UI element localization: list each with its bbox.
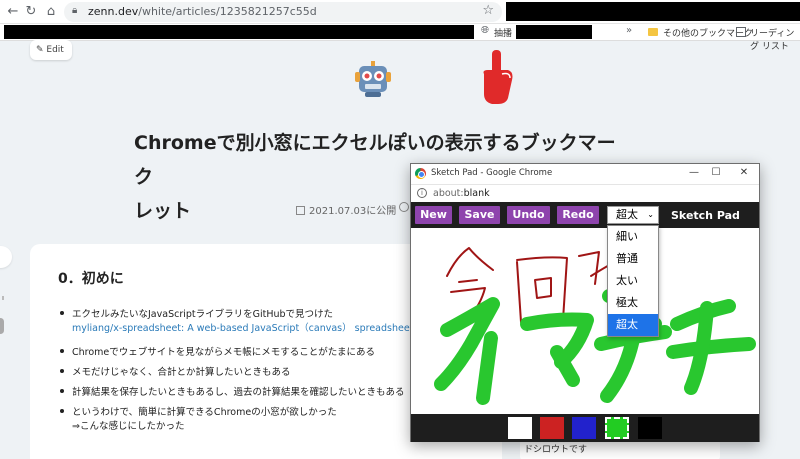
list-item: エクセルみたいなJavaScriptライブラリをGitHubで見つけた myli… [58,306,418,344]
back-icon[interactable]: ← [4,3,22,21]
more-bookmarks-icon[interactable]: » [626,25,632,36]
info-icon[interactable]: i [417,188,427,198]
bookmarks-bar: 🌐︎ 抽播 » その他のブックマーク リーディング リスト [0,24,800,52]
popup-address-bar: i about:blank [411,184,759,202]
close-icon[interactable]: ✕ [737,167,751,178]
list-item: というわけで、簡単に計算できるChromeの小窓が欲しかった ⇒こんな感じにした… [58,404,418,434]
reading-list-icon [736,27,746,37]
maximize-icon[interactable]: ☐ [709,167,723,178]
app-title: Sketch Pad [671,209,740,222]
sketch-toolbar: New Save Undo Redo 超太 ⌄ Sketch Pad [411,202,759,228]
list-item: メモだけじゃなく、合計とか計算したいときもある [58,364,418,384]
undo-button[interactable]: Undo [507,206,550,224]
side-scroll-indicator [0,318,4,334]
window-titlebar[interactable]: Sketch Pad - Google Chrome — ☐ ✕ [411,164,759,184]
new-button[interactable]: New [415,206,452,224]
chrome-icon [415,168,426,179]
sidebar-text: ドシロウトです [524,445,588,455]
list-item: 計算結果を保存したいときもあるし、過去の計算結果を確認したいときもある [58,384,418,404]
color-swatch-red[interactable] [540,417,564,439]
sketch-pad-window: Sketch Pad - Google Chrome — ☐ ✕ i about… [410,163,760,442]
color-palette [411,414,759,442]
calendar-icon [296,206,305,215]
redacted-bookmarks [4,25,474,39]
chevron-down-icon: ⌄ [647,210,654,219]
robot-emoji-icon [355,61,391,97]
brush-size-dropdown: 細い 普通 太い 極太 超太 [607,225,659,337]
drawing-canvas[interactable] [411,228,759,414]
publish-date: 2021.07.03に公開 [296,202,396,217]
redacted-bookmark [516,25,592,39]
bookmark-item[interactable]: 抽播 [494,26,512,39]
redacted-area [506,2,800,21]
size-option[interactable]: 細い [608,226,658,248]
save-button[interactable]: Save [459,206,500,224]
reading-list[interactable]: リーディング リスト [750,26,800,52]
brush-size-select[interactable]: 超太 ⌄ [607,206,659,224]
bookmark-star-icon[interactable]: ☆ [482,3,494,18]
color-swatch-green[interactable] [605,417,629,439]
url-text: zenn.dev/white/articles/1235821257c55d [88,5,317,18]
window-title: Sketch Pad - Google Chrome [431,168,553,178]
address-bar[interactable]: 🔒︎ zenn.dev/white/articles/1235821257c55… [64,2,502,22]
minimize-icon[interactable]: — [687,167,701,178]
browser-toolbar: ← ↻ ⌂ 🔒︎ zenn.dev/white/articles/1235821… [0,0,800,24]
bullet-list: エクセルみたいなJavaScriptライブラリをGitHubで見つけた myli… [58,306,418,434]
side-action-button[interactable] [0,246,12,268]
side-marker [2,296,4,300]
clock-icon [399,202,409,212]
folder-icon [648,28,658,36]
size-option[interactable]: 極太 [608,292,658,314]
list-item: Chromeでウェブサイトを見ながらメモ帳にメモすることがたまにある [58,344,418,364]
globe-icon[interactable]: 🌐︎ [481,25,489,36]
section-heading: 0．初めに [58,271,124,287]
size-option[interactable]: 普通 [608,248,658,270]
home-icon[interactable]: ⌂ [42,3,60,21]
size-option-selected[interactable]: 超太 [608,314,658,336]
popup-url: about:blank [433,188,490,199]
color-swatch-white[interactable] [508,417,532,439]
github-link[interactable]: myliang/x-spreadsheet: A web-based JavaS… [72,320,418,334]
pointing-finger-icon [483,50,513,104]
redo-button[interactable]: Redo [557,206,599,224]
edit-button[interactable]: ✎ Edit [30,40,72,60]
lock-icon[interactable]: 🔒︎ [72,5,77,16]
size-option[interactable]: 太い [608,270,658,292]
color-swatch-blue[interactable] [572,417,596,439]
reload-icon[interactable]: ↻ [22,3,40,21]
color-swatch-black[interactable] [638,417,662,439]
